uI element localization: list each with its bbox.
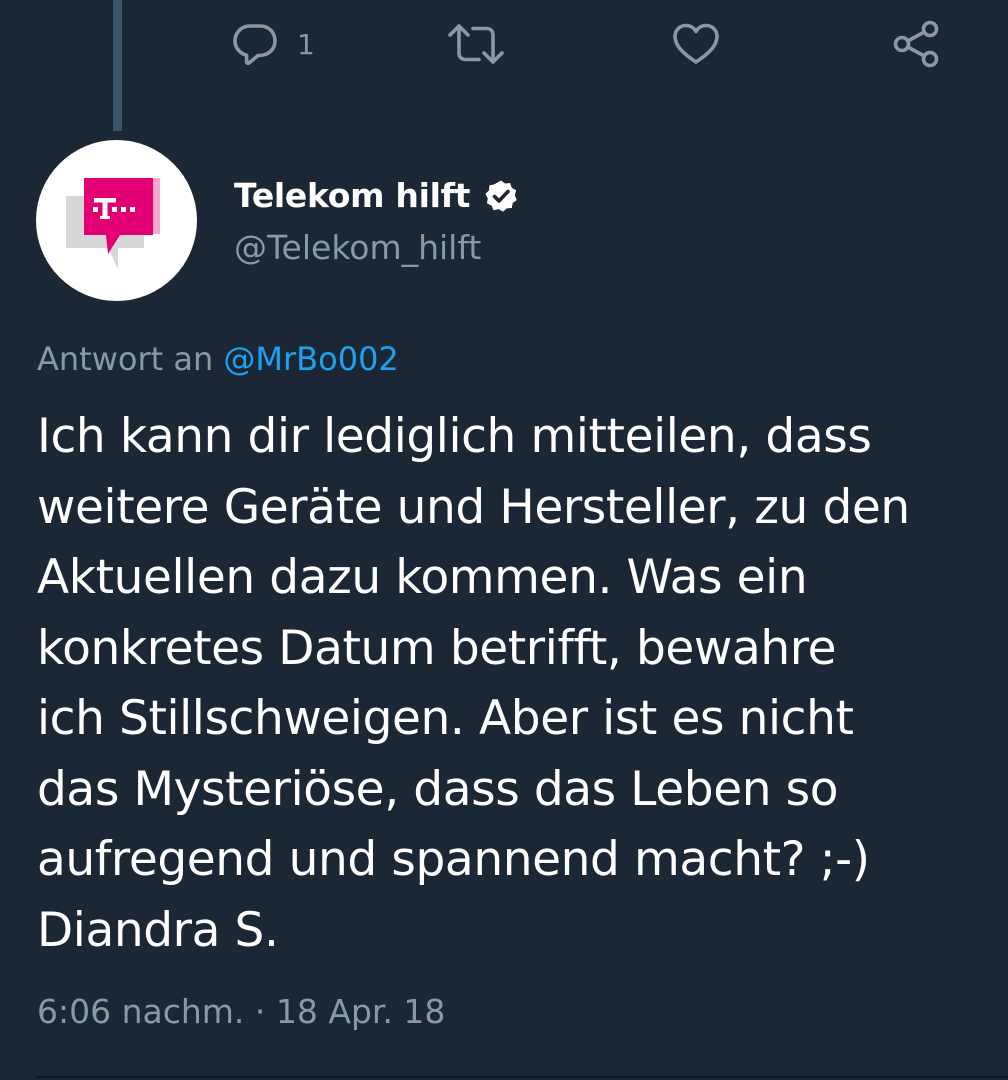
reply-button[interactable]: 1 (231, 18, 315, 70)
reply-to-mention-link[interactable]: @MrBo002 (223, 340, 398, 378)
reply-count: 1 (297, 27, 315, 61)
tweet-timestamp: 6:06 nachm. · 18 Apr. 18 (37, 992, 446, 1031)
previous-tweet-action-bar: 1 (0, 0, 1008, 92)
like-button[interactable] (671, 18, 721, 70)
verified-badge-icon (484, 179, 518, 213)
reply-context: Antwort an @MrBo002 (37, 340, 399, 378)
user-handle[interactable]: @Telekom_hilft (234, 228, 481, 267)
tweet-detail-view: 1 Telekom hilft @Telekom_hilft Antwort a… (0, 0, 1008, 1080)
retweet-icon (446, 20, 506, 68)
divider (36, 1076, 1008, 1078)
display-name[interactable]: Telekom hilft (234, 176, 470, 215)
reply-to-prefix: Antwort an (37, 340, 214, 378)
share-icon (890, 19, 942, 69)
retweet-button[interactable] (446, 18, 506, 70)
author-name-row[interactable]: Telekom hilft (234, 176, 518, 215)
avatar[interactable] (36, 140, 197, 301)
heart-icon (671, 20, 721, 68)
tweet-text: Ich kann dir lediglich mitteilen, dass w… (37, 409, 910, 958)
share-button[interactable] (890, 18, 942, 70)
reply-icon (231, 20, 279, 68)
